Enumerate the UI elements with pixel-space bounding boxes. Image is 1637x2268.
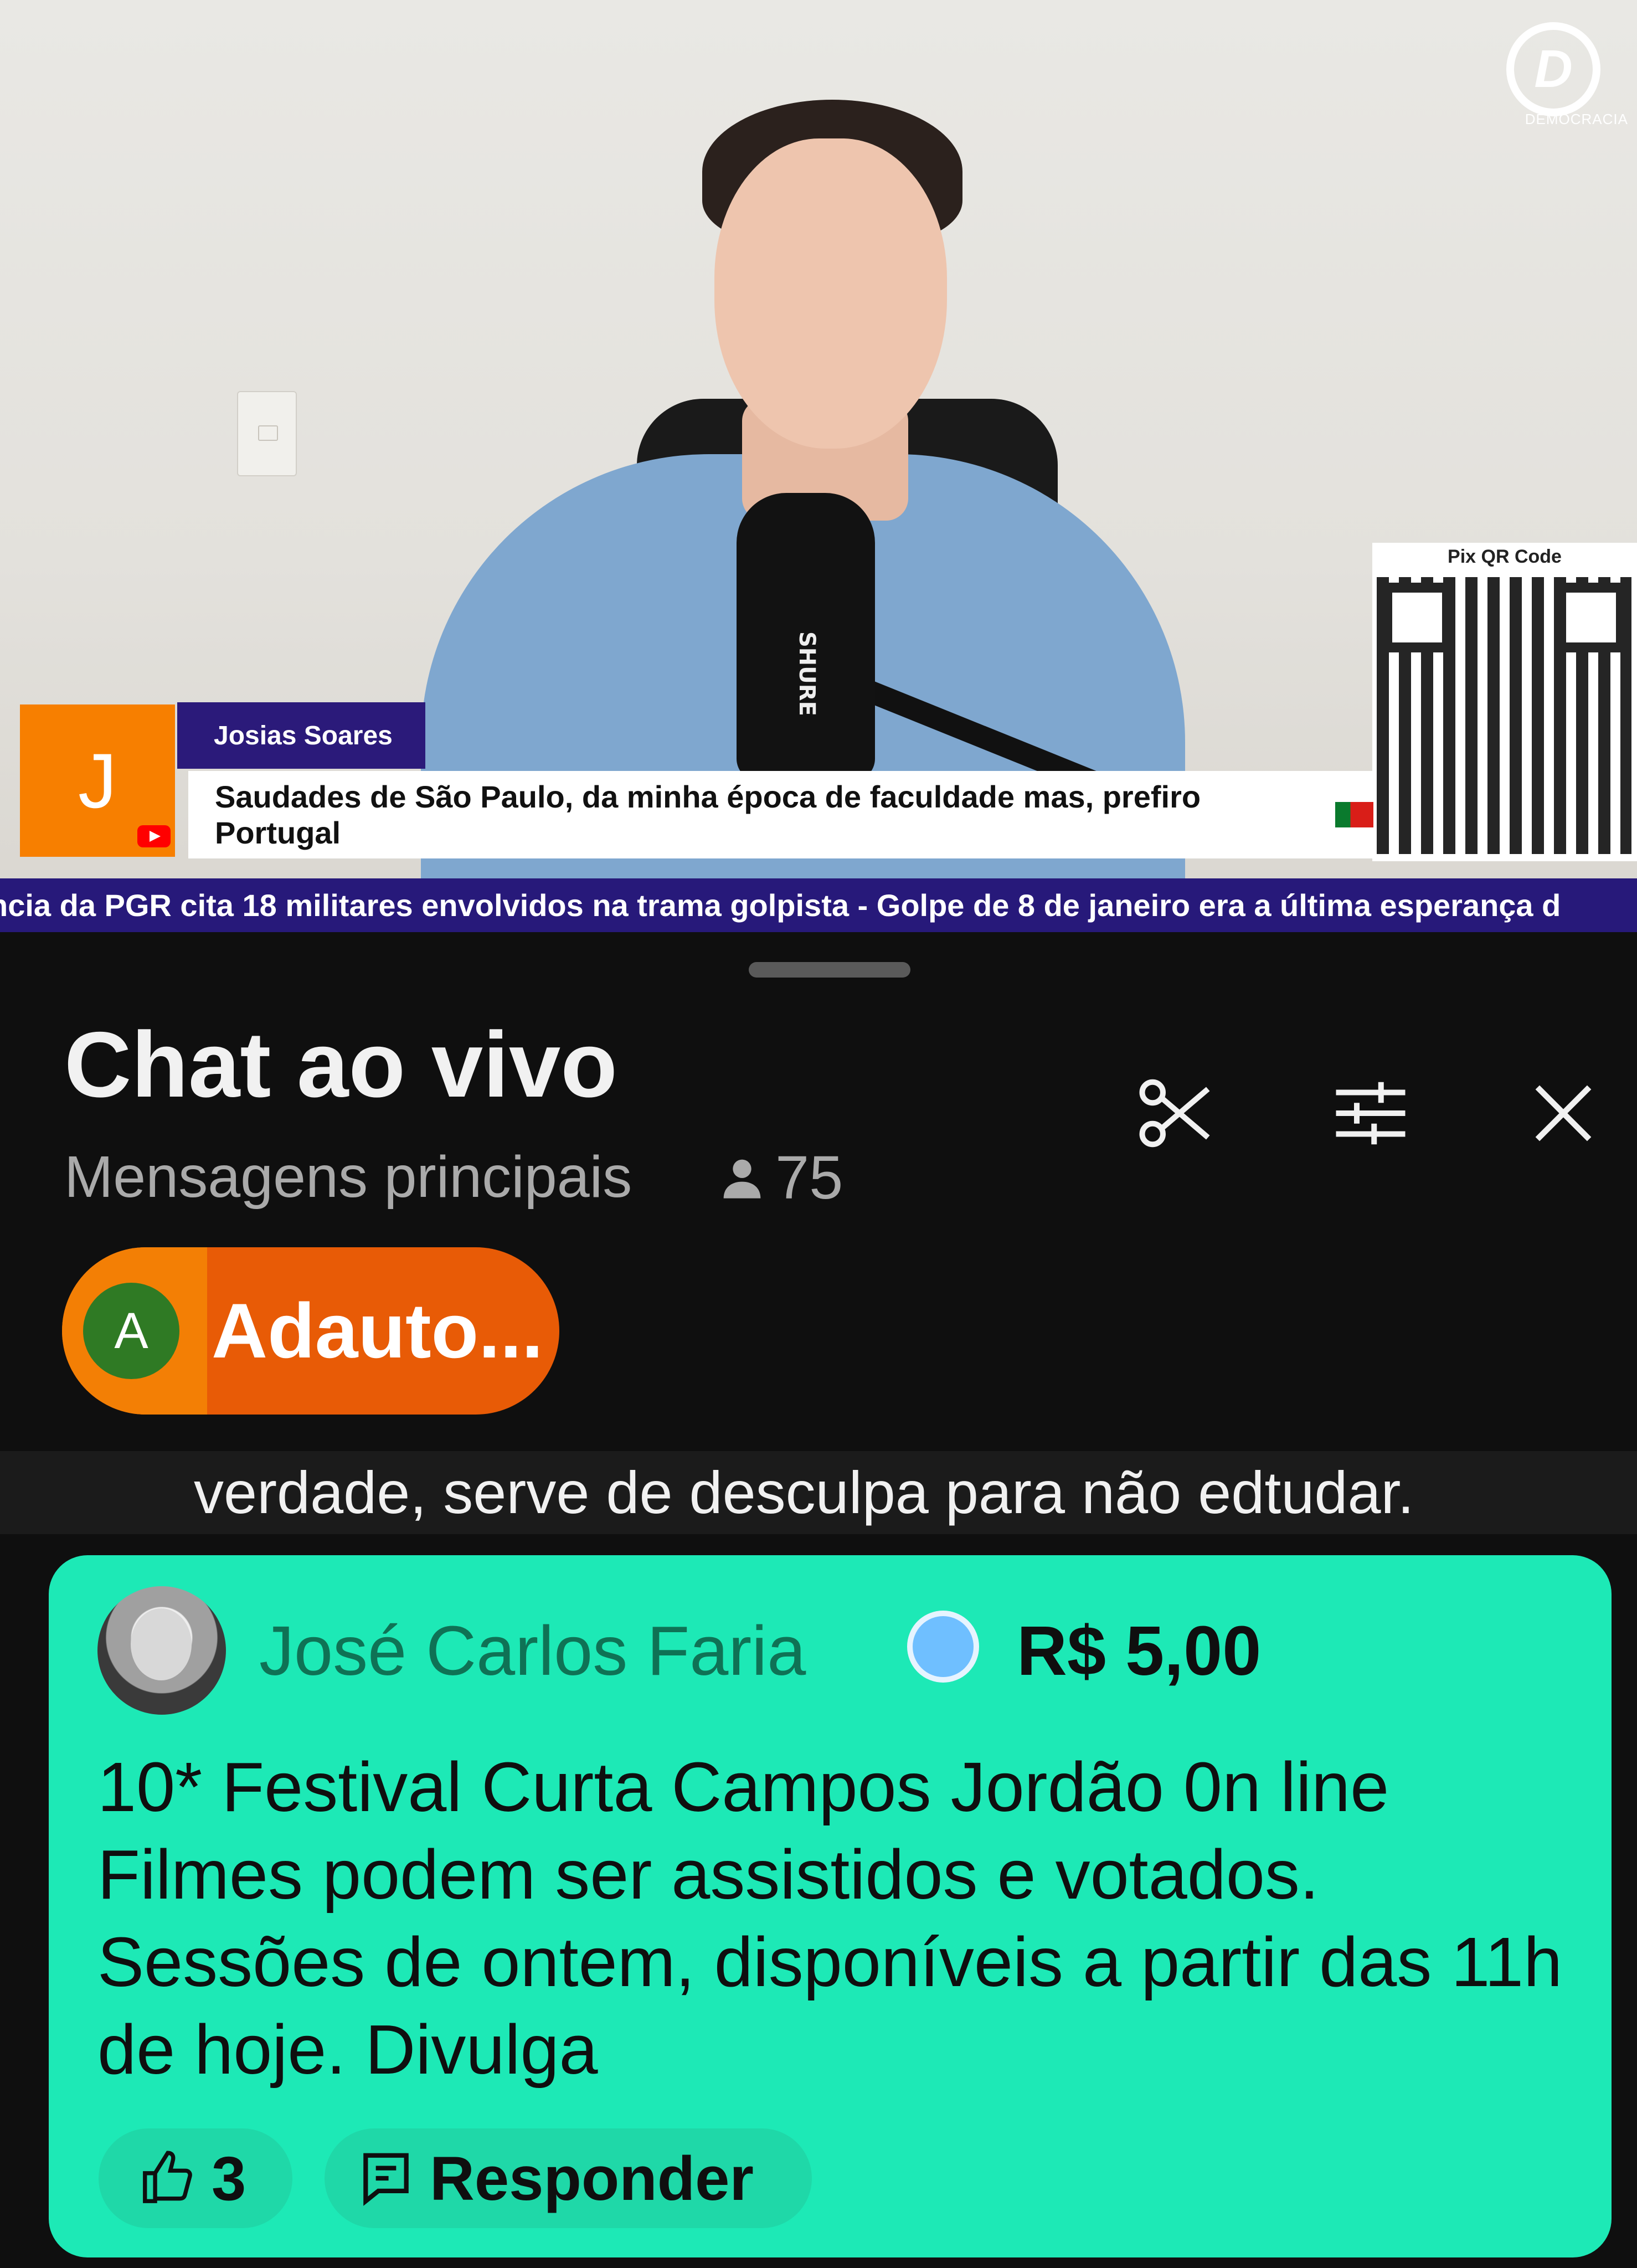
avatar: A	[83, 1283, 179, 1379]
clip-button[interactable]	[1130, 1066, 1224, 1160]
drag-handle[interactable]	[749, 962, 910, 978]
commenter-name: Josias Soares	[177, 702, 425, 769]
superchat-message: 10* Festival Curta Campos Jordão 0n line…	[97, 1748, 1563, 2089]
pinned-ticker-name: Adauto...	[212, 1287, 543, 1374]
avatar	[97, 1586, 226, 1715]
filter-button[interactable]	[1324, 1066, 1418, 1160]
reply-label: Responder	[430, 2143, 754, 2213]
viewer-count: 75	[720, 1148, 843, 1208]
news-ticker: ncia da PGR cita 18 militares envolvidos…	[0, 878, 1637, 932]
close-icon	[1535, 1085, 1592, 1141]
pinned-superchat-ticker[interactable]: A Adauto...	[62, 1247, 559, 1415]
qr-title: Pix QR Code	[1448, 546, 1562, 567]
close-button[interactable]	[1516, 1066, 1610, 1160]
presenter-head	[714, 138, 947, 449]
chat-title: Chat ao vivo	[64, 1012, 617, 1117]
news-ticker-text: ncia da PGR cita 18 militares envolvidos…	[0, 888, 1561, 923]
superchat-amount: R$ 5,00	[1017, 1612, 1262, 1690]
reply-icon	[363, 2153, 409, 2206]
wall-switch	[237, 391, 297, 476]
channel-logo-caption: DEMOCRACIA	[1525, 111, 1628, 127]
channel-logo: D	[1506, 22, 1600, 116]
superchat-card[interactable]: José Carlos Faria R$ 5,00 10* Festival C…	[49, 1555, 1612, 2257]
scissors-icon	[1139, 1079, 1210, 1148]
qr-code-image	[1377, 577, 1631, 854]
chat-message: verdade, serve de desculpa para não edtu…	[0, 1451, 1637, 1534]
thumbs-up-icon	[143, 2151, 192, 2203]
chat-mode-selector[interactable]: Mensagens principais	[64, 1148, 632, 1206]
person-icon	[723, 1159, 761, 1199]
like-count: 3	[212, 2143, 246, 2213]
reply-button[interactable]: Responder	[325, 2128, 812, 2228]
youtube-icon	[137, 825, 171, 847]
like-button[interactable]: 3	[99, 2128, 292, 2228]
sliders-icon	[1336, 1082, 1406, 1145]
video-player[interactable]: SHURE D DEMOCRACIA Pix QR Code J Josias …	[0, 0, 1637, 932]
featured-comment-text: Saudades de São Paulo, da minha época de…	[215, 779, 1201, 850]
mic-brand: SHURE	[794, 631, 820, 716]
superchat-author[interactable]: José Carlos Faria	[259, 1616, 806, 1686]
member-badge-icon	[907, 1611, 979, 1683]
viewer-count-value: 75	[775, 1144, 843, 1212]
pix-qr-panel: Pix QR Code	[1372, 543, 1637, 861]
featured-comment: Saudades de São Paulo, da minha época de…	[188, 771, 1373, 858]
portugal-flag-icon	[1335, 802, 1373, 827]
